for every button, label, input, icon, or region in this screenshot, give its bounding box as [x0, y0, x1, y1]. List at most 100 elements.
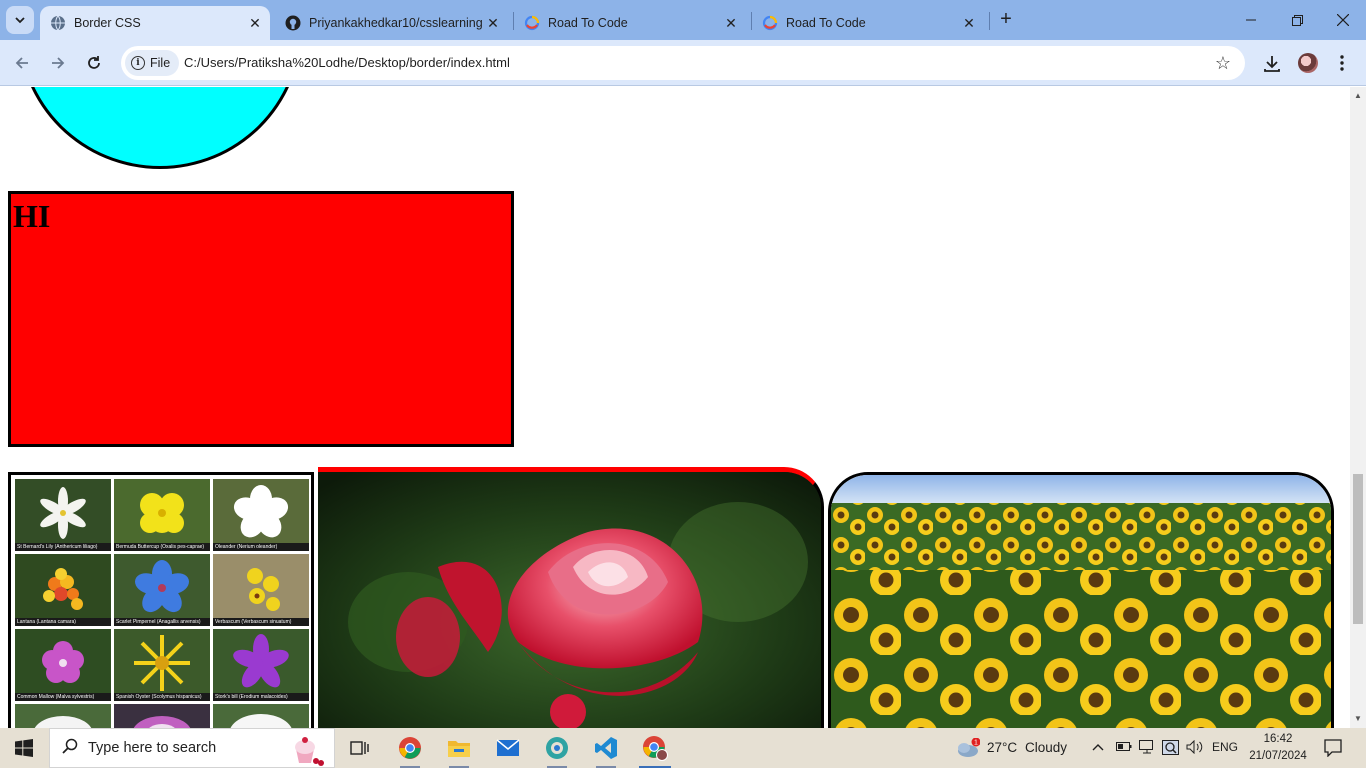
tab-search-button[interactable] — [6, 6, 34, 34]
flower-caption: Common Mallow (Malva sylvestris) — [15, 693, 111, 701]
address-bar[interactable]: i File C:/Users/Pratiksha%20Lodhe/Deskto… — [121, 46, 1245, 80]
close-icon[interactable]: ✕ — [960, 14, 978, 32]
back-button[interactable] — [10, 51, 34, 75]
taskbar-clock[interactable]: 16:42 21/07/2024 — [1240, 731, 1316, 765]
search-placeholder: Type here to search — [88, 740, 217, 756]
magnifier-icon[interactable] — [1162, 740, 1180, 759]
menu-button[interactable] — [1330, 51, 1354, 75]
sunflower-field-image — [828, 472, 1334, 728]
flower-cell: Spanish Oyster (Scolymus hispanicus) — [114, 629, 210, 701]
scroll-up-arrow[interactable]: ▲ — [1350, 89, 1366, 103]
site-info-chip[interactable]: i File — [125, 50, 179, 76]
page-heading: HI — [13, 198, 51, 234]
scrollbar-thumb[interactable] — [1353, 474, 1363, 624]
task-view-button[interactable] — [336, 728, 384, 768]
taskbar-search[interactable]: Type here to search — [49, 728, 335, 768]
rose-image — [318, 467, 824, 728]
page-viewport: HI St Bernard's Lily (Anthericum liliago… — [0, 87, 1350, 728]
language-indicator[interactable]: ENG — [1212, 740, 1238, 754]
tab-github[interactable]: Priyankakhedkar10/csslearning ✕ — [275, 6, 508, 40]
battery-icon[interactable] — [1116, 740, 1132, 755]
cloud-icon: 1 — [958, 738, 980, 757]
close-icon[interactable]: ✕ — [722, 14, 740, 32]
arrow-left-icon — [15, 57, 28, 69]
weather-condition[interactable]: Cloudy — [1025, 740, 1067, 755]
downloads-button[interactable] — [1260, 51, 1284, 75]
browser-app-icon — [546, 737, 568, 759]
flower-cell: Scarlet Pimpernel (Anagallis arvensis) — [114, 554, 210, 626]
globe-icon — [50, 15, 66, 31]
tab-road-to-code-1[interactable]: Road To Code ✕ — [514, 6, 746, 40]
weather-widget-icon[interactable]: 1 — [950, 728, 984, 768]
flower-cell: Lantana (Lantana camara) — [15, 554, 111, 626]
info-icon: i — [131, 56, 145, 70]
taskbar-chrome-profile[interactable] — [631, 728, 679, 768]
taskbar-edge-dev[interactable] — [533, 728, 581, 768]
flower-caption: Bermuda Buttercup (Oxalis pes-caprae) — [114, 543, 210, 551]
forward-button[interactable] — [46, 51, 70, 75]
task-view-icon — [350, 741, 369, 755]
search-icon — [62, 738, 78, 759]
page-scrollbar[interactable]: ▲ ▼ — [1350, 87, 1366, 728]
chevron-up-icon[interactable] — [1092, 740, 1104, 755]
github-icon — [285, 15, 301, 31]
flower-cell: Verbascum (Verbascum sinuatum) — [213, 554, 309, 626]
tab-title: Road To Code — [548, 16, 628, 30]
google-cloud-icon — [524, 15, 540, 31]
taskbar-file-explorer[interactable] — [435, 728, 483, 768]
speaker-icon[interactable] — [1186, 739, 1204, 757]
tab-border-css[interactable]: Border CSS ✕ — [40, 6, 270, 40]
tab-divider — [989, 12, 990, 30]
windows-taskbar: Type here to search 1 27°C Cloudy ENG 16… — [0, 728, 1366, 768]
minimize-icon — [1246, 19, 1256, 21]
flower-cell — [114, 704, 210, 728]
tab-road-to-code-2[interactable]: Road To Code ✕ — [752, 6, 984, 40]
flower-cell: Common Mallow (Malva sylvestris) — [15, 629, 111, 701]
url-text[interactable]: C:/Users/Pratiksha%20Lodhe/Desktop/borde… — [184, 55, 510, 70]
close-icon[interactable]: ✕ — [246, 14, 264, 32]
flower-grid-image: St Bernard's Lily (Anthericum liliago) B… — [8, 472, 314, 728]
flower-caption: Verbascum (Verbascum sinuatum) — [213, 618, 309, 626]
start-button[interactable] — [0, 728, 48, 768]
taskbar-vscode[interactable] — [582, 728, 630, 768]
reload-button[interactable] — [82, 51, 106, 75]
weather-badge: 1 — [974, 740, 978, 747]
new-tab-button[interactable]: + — [996, 9, 1016, 30]
close-window-button[interactable] — [1320, 0, 1366, 40]
cyan-circle — [18, 87, 302, 169]
flower-cell: St Bernard's Lily (Anthericum liliago) — [15, 479, 111, 551]
tab-title: Priyankakhedkar10/csslearning — [309, 16, 483, 30]
arrow-right-icon — [52, 57, 65, 69]
mail-icon — [496, 739, 520, 756]
tab-title: Border CSS — [74, 16, 141, 30]
taskbar-mail[interactable] — [484, 728, 532, 768]
chrome-profile-icon — [643, 736, 668, 761]
flower-cell: Oleander (Nerium oleander) — [213, 479, 309, 551]
profile-button[interactable] — [1296, 51, 1320, 75]
clock-date: 21/07/2024 — [1249, 750, 1307, 762]
bookmark-star-icon[interactable]: ☆ — [1215, 53, 1231, 74]
flower-cell: Bermuda Buttercup (Oxalis pes-caprae) — [114, 479, 210, 551]
scroll-down-arrow[interactable]: ▼ — [1350, 712, 1366, 726]
minimize-button[interactable] — [1228, 0, 1274, 40]
browser-toolbar: i File C:/Users/Pratiksha%20Lodhe/Deskto… — [0, 40, 1366, 86]
notification-icon[interactable] — [1324, 739, 1342, 760]
google-cloud-icon — [762, 15, 778, 31]
restore-button[interactable] — [1274, 0, 1320, 40]
folder-icon — [448, 741, 470, 757]
network-icon[interactable] — [1139, 740, 1155, 757]
taskbar-chrome[interactable] — [386, 728, 434, 768]
chrome-icon — [399, 737, 421, 759]
red-bordered-box: HI — [8, 191, 514, 447]
chevron-down-icon — [15, 17, 25, 24]
download-icon — [1264, 56, 1280, 72]
clock-time: 16:42 — [1263, 733, 1293, 745]
flower-caption: St Bernard's Lily (Anthericum liliago) — [15, 543, 111, 551]
flower-caption: Lantana (Lantana camara) — [15, 618, 111, 626]
flower-caption: Spanish Oyster (Scolymus hispanicus) — [114, 693, 210, 701]
avatar — [1298, 53, 1318, 73]
flower-caption: Scarlet Pimpernel (Anagallis arvensis) — [114, 618, 210, 626]
weather-temp[interactable]: 27°C — [987, 740, 1017, 755]
vscode-icon — [595, 737, 617, 759]
close-icon[interactable]: ✕ — [484, 14, 502, 32]
